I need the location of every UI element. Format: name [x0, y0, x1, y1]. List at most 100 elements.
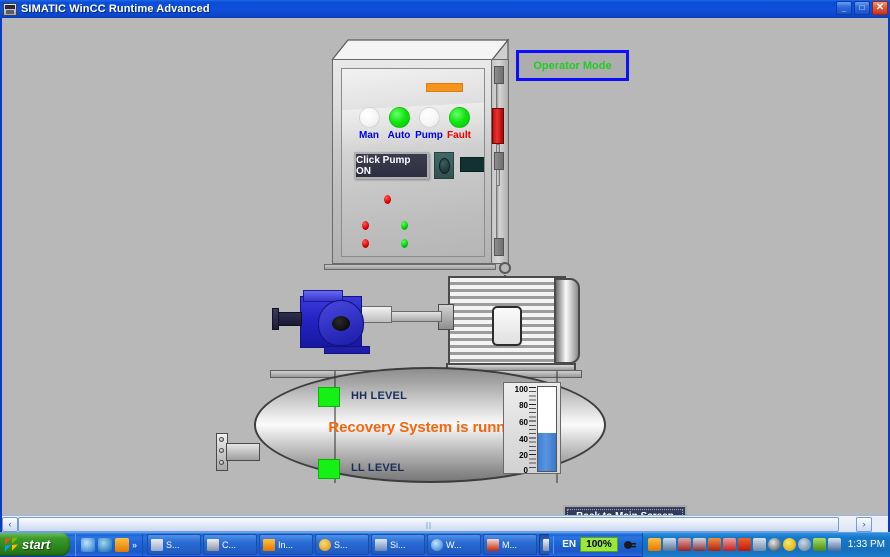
history-icon[interactable] [797, 538, 811, 551]
atd-icon[interactable] [737, 538, 751, 551]
key-icon[interactable] [812, 538, 826, 551]
flange-bolt-3 [219, 460, 224, 465]
scroll-left-arrow-icon[interactable]: ‹ [2, 516, 18, 532]
shield-icon[interactable] [707, 538, 721, 551]
browser-globe-icon[interactable] [98, 537, 112, 552]
pump-impeller-eye [332, 316, 350, 331]
hmi-canvas: Man Auto Pump Fault Click Pump ON Operat… [2, 18, 888, 515]
task-button[interactable]: In... [259, 534, 314, 555]
task-button[interactable]: C... [203, 534, 258, 555]
control-panel-enclosure: Man Auto Pump Fault Click Pump ON [314, 38, 510, 270]
globe-icon [431, 538, 444, 551]
scrollbar-track[interactable] [18, 516, 856, 532]
drive-shaft [390, 311, 442, 322]
gauge-tick-80: 80 [519, 401, 528, 410]
led-red-4 [362, 256, 369, 257]
office-orange-icon[interactable] [115, 537, 129, 552]
start-button[interactable]: start [0, 533, 70, 556]
panel-right-side [491, 59, 509, 264]
task-button[interactable]: Si... [371, 534, 426, 555]
disc-icon[interactable] [767, 538, 781, 551]
wincc-icon [207, 538, 220, 551]
ll-level-label: LL LEVEL [351, 462, 405, 474]
click-pump-on-label: Click Pump ON [356, 154, 411, 177]
level-gauge: 100 80 60 40 20 0 [503, 382, 561, 475]
taskbar-separator [553, 535, 555, 554]
network-icon[interactable] [662, 538, 676, 551]
motor-junction-box [492, 306, 522, 346]
gauge-tick-0: 0 [523, 466, 528, 475]
operator-mode-button[interactable]: Operator Mode [516, 50, 629, 81]
office-orange-icon [263, 538, 276, 551]
scroll-right-arrow-icon[interactable]: › [856, 516, 872, 532]
hh-level-indicator [318, 387, 340, 407]
pump-foot [324, 346, 370, 354]
display-error-icon[interactable] [692, 538, 706, 551]
zoom-level-badge[interactable]: 100% [580, 537, 618, 552]
panel-icon[interactable] [827, 538, 841, 551]
window-title: SIMATIC WinCC Runtime Advanced [21, 3, 210, 15]
scrollbar-thumb[interactable] [18, 516, 840, 532]
task-button[interactable]: S... [147, 534, 202, 555]
back-to-main-screen-button[interactable]: Back to Main Screen [563, 505, 687, 515]
level-gauge-fill [538, 433, 556, 471]
task-label: S... [166, 539, 180, 550]
task-label: M... [502, 539, 518, 550]
tank-shell: HH LEVEL LL LEVEL Recovery System is run… [254, 367, 606, 483]
selector-switch[interactable] [434, 152, 454, 179]
power-plug-icon[interactable] [623, 539, 637, 551]
led-green-2 [401, 239, 408, 248]
taskbar-clock[interactable]: 1:33 PM [848, 539, 885, 550]
led-green-1 [401, 221, 408, 230]
windows-flag-icon [5, 537, 18, 552]
lamp-cell-man: Man [354, 107, 384, 141]
system-tray: 1:33 PM [641, 532, 890, 557]
task-button[interactable]: S... [315, 534, 370, 555]
lamp-man-label: Man [359, 130, 379, 141]
presentation-icon [151, 538, 164, 551]
pump-suction-pipe [276, 312, 302, 326]
motor-eyebolt-icon [499, 262, 511, 284]
internet-explorer-icon[interactable] [81, 537, 95, 552]
gauge-tick-20: 20 [519, 451, 528, 460]
motor-endbell [554, 278, 580, 364]
tank-nozzle-body [226, 443, 260, 461]
level-gauge-scale: 100 80 60 40 20 0 [506, 385, 528, 475]
close-button[interactable]: ✕ [872, 1, 888, 15]
task-button[interactable]: W... [427, 534, 482, 555]
arrow-icon[interactable] [752, 538, 766, 551]
minimize-button[interactable]: _ [836, 1, 852, 15]
panel-hinge-mid [494, 152, 504, 170]
update-icon[interactable] [782, 538, 796, 551]
scrollbar-corner [872, 516, 888, 532]
user-red-icon[interactable] [722, 538, 736, 551]
led-red-3 [362, 239, 369, 248]
selector-knob-icon [438, 157, 450, 174]
red-latch-handle[interactable] [492, 108, 504, 144]
pump-motor-assembly [270, 258, 582, 378]
task-label: C... [222, 539, 237, 550]
task-buttons: S... C... In... S... Si... W... M... [147, 534, 550, 555]
quick-launch-overflow-icon[interactable]: » [132, 540, 137, 550]
task-label: W... [446, 539, 462, 550]
operator-mode-label: Operator Mode [533, 59, 612, 72]
level-gauge-ticks [529, 387, 536, 471]
lamp-auto-indicator [388, 107, 410, 128]
orange-status-bar [426, 83, 463, 92]
office-orange-icon[interactable] [647, 538, 661, 551]
horizontal-scrollbar[interactable]: ‹ › [2, 515, 888, 532]
storage-tank: HH LEVEL LL LEVEL Recovery System is run… [216, 367, 606, 492]
lamp-cell-pump: Pump [414, 107, 444, 141]
language-indicator[interactable]: EN [558, 539, 580, 550]
lamp-cell-auto: Auto [384, 107, 414, 141]
lamp-fault-indicator [448, 107, 470, 128]
task-button[interactable]: M... [483, 534, 538, 555]
panel-door-face: Man Auto Pump Fault Click Pump ON [341, 68, 485, 257]
click-pump-on-button[interactable]: Click Pump ON [354, 152, 429, 179]
wincc-app-icon [3, 2, 17, 16]
task-button-active[interactable]: SI... [539, 534, 550, 555]
maximize-button[interactable]: □ [854, 1, 870, 15]
network-error-icon[interactable] [677, 538, 691, 551]
panel-hinge-bottom [494, 238, 504, 256]
task-label: In... [278, 539, 294, 550]
